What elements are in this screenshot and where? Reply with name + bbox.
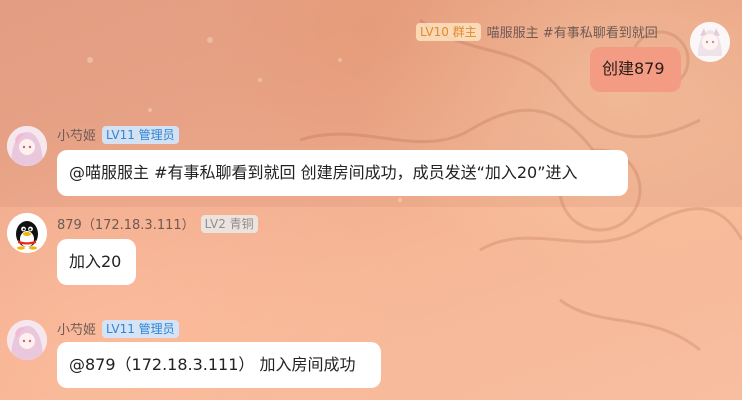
level-badge: LV11 管理员 <box>102 319 179 338</box>
sender-name[interactable]: 小芍姬 <box>57 125 96 144</box>
anime-girl-avatar-icon[interactable] <box>690 22 730 62</box>
message-header: 879（172.18.3.111） LV2 青铜 <box>57 214 258 233</box>
level-badge: LV11 管理员 <box>102 125 179 144</box>
message-bubble[interactable]: @879（172.18.3.111） 加入房间成功 <box>57 342 381 388</box>
level-badge: LV10 群主 <box>416 22 481 41</box>
message-bubble[interactable]: 创建879 <box>590 47 681 92</box>
sender-name[interactable]: 879（172.18.3.111） <box>57 214 195 233</box>
anime-girl-avatar-icon[interactable] <box>7 126 47 166</box>
message-bubble[interactable]: @喵服服主 #有事私聊看到就回 创建房间成功，成员发送“加入20”进入 <box>57 150 628 196</box>
anime-girl-avatar-icon[interactable] <box>7 320 47 360</box>
qq-penguin-avatar-icon[interactable] <box>7 213 47 253</box>
message-header: 小芍姬 LV11 管理员 <box>57 125 179 144</box>
sender-name[interactable]: 喵服服主 #有事私聊看到就回 <box>487 22 658 41</box>
message-header: LV10 群主 喵服服主 #有事私聊看到就回 <box>416 22 658 41</box>
level-badge: LV2 青铜 <box>200 214 258 233</box>
message-header: 小芍姬 LV11 管理员 <box>57 319 179 338</box>
message-bubble[interactable]: 加入20 <box>57 239 136 285</box>
sender-name[interactable]: 小芍姬 <box>57 319 96 338</box>
